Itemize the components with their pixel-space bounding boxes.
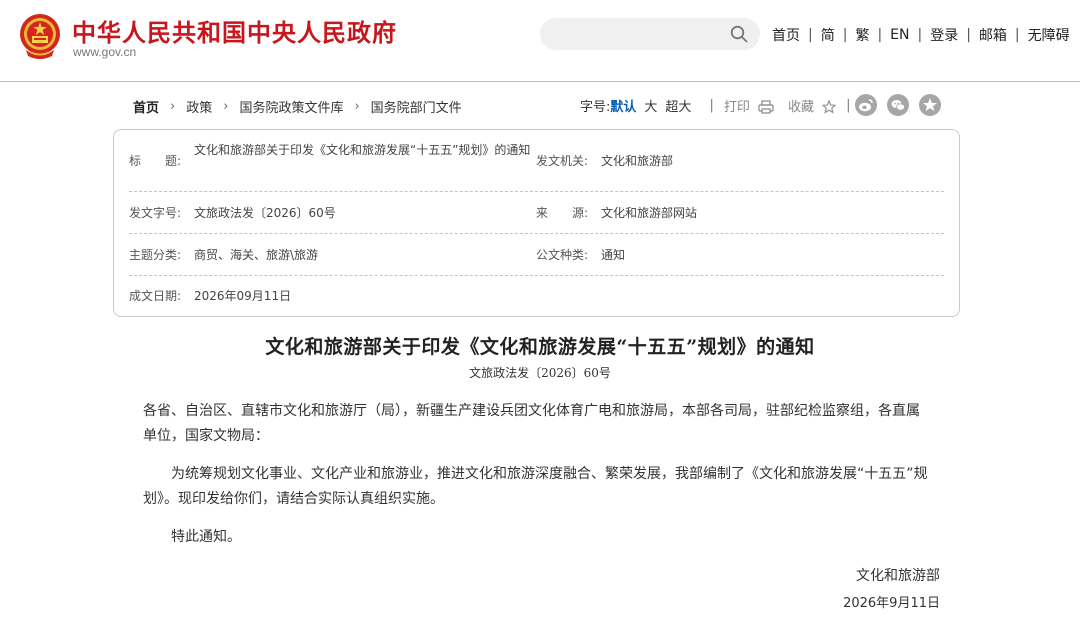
nav-separator: |	[808, 27, 813, 43]
nav-separator: |	[966, 27, 971, 43]
nav-home[interactable]: 首页	[772, 25, 800, 45]
title-value: 文化和旅游部关于印发《文化和旅游发展“十五五”规划》的通知	[194, 143, 531, 157]
sign-date: 2026年9月11日	[843, 596, 940, 611]
star-outline-icon	[822, 100, 837, 114]
nav-separator: |	[1014, 27, 1020, 43]
signer: 文化和旅游部	[856, 568, 940, 584]
issuer-value: 文化和旅游部	[601, 154, 674, 168]
search-icon[interactable]	[730, 25, 748, 43]
topic-label: 主题分类:	[129, 248, 182, 262]
nav-traditional[interactable]: 繁	[855, 25, 869, 45]
docno-label: 发文字号:	[129, 206, 182, 220]
tool-separator: |	[709, 97, 714, 113]
nav-login[interactable]: 登录	[930, 25, 958, 45]
docno-value: 文旅政法发〔2026〕60号	[194, 206, 336, 220]
print-button[interactable]: 打印	[724, 96, 774, 115]
issuer-label: 发文机关:	[536, 154, 589, 168]
favorite-button[interactable]: 收藏	[787, 96, 837, 115]
font-size-default[interactable]: 默认	[610, 96, 636, 115]
chevron-right-icon: ›	[170, 99, 176, 114]
font-size-large[interactable]: 大	[644, 96, 657, 115]
site-header: 中华人民共和国中央人民政府 www.gov.cn 首页 | 简 | 繁 | EN…	[0, 0, 1080, 82]
topic-value: 商贸、海关、旅游\旅游	[194, 248, 319, 262]
type-value: 通知	[601, 248, 626, 262]
document-number: 文旅政法发〔2026〕60号	[469, 366, 611, 380]
nav-accessibility[interactable]: 无障碍	[1028, 25, 1070, 45]
qzone-icon[interactable]	[919, 94, 941, 116]
weibo-icon[interactable]	[855, 94, 877, 116]
print-label: 打印	[723, 99, 750, 115]
type-label: 公文种类:	[536, 248, 589, 262]
search-input[interactable]	[540, 18, 760, 50]
tool-separator: |	[846, 97, 851, 113]
nav-mailbox[interactable]: 邮箱	[979, 25, 1007, 45]
chevron-right-icon: ›	[354, 99, 360, 114]
wechat-icon[interactable]	[887, 94, 909, 116]
breadcrumb: 首页 › 政策 › 国务院政策文件库 › 国务院部门文件	[133, 97, 462, 116]
site-title[interactable]: 中华人民共和国中央人民政府	[72, 13, 397, 48]
chevron-right-icon: ›	[223, 99, 229, 114]
date-label: 成文日期:	[129, 289, 182, 303]
article-paragraph: 为统筹规划文化事业、文化产业和旅游业，推进文化和旅游深度融合、繁荣发展，我部编制…	[143, 466, 928, 507]
nav-separator: |	[917, 27, 923, 43]
document-info-table: 标 题: 文化和旅游部关于印发《文化和旅游发展“十五五”规划》的通知 发文机关:…	[113, 129, 960, 317]
nav-separator: |	[842, 27, 848, 43]
nav-english[interactable]: EN	[890, 27, 909, 43]
title-label: 标 题:	[129, 154, 182, 168]
source-value: 文化和旅游部网站	[601, 206, 698, 220]
top-nav: 首页 | 简 | 繁 | EN | 登录 | 邮箱 | 无障碍	[772, 25, 1070, 45]
favorite-label: 收藏	[787, 99, 814, 115]
nav-simplified[interactable]: 简	[821, 25, 835, 45]
article-title: 文化和旅游部关于印发《文化和旅游发展“十五五”规划》的通知	[265, 336, 815, 358]
breadcrumb-policy-library[interactable]: 国务院政策文件库	[239, 97, 343, 116]
site-url[interactable]: www.gov.cn	[73, 45, 136, 59]
nav-separator: |	[877, 27, 883, 43]
article-paragraph: 特此通知。	[171, 529, 241, 545]
date-value: 2026年09月11日	[194, 289, 292, 303]
breadcrumb-home[interactable]: 首页	[133, 97, 159, 116]
breadcrumb-department-docs[interactable]: 国务院部门文件	[371, 97, 462, 116]
article-tools: 字号: 默认 大 超大 | 打印 收藏 |	[580, 94, 861, 116]
national-emblem-icon[interactable]	[18, 12, 62, 60]
article-paragraph: 各省、自治区、直辖市文化和旅游厅（局），新疆生产建设兵团文化体育广电和旅游局，本…	[143, 403, 920, 444]
font-size-label: 字号:	[580, 99, 611, 115]
source-label: 来 源:	[536, 206, 589, 220]
printer-icon	[758, 100, 774, 114]
font-size-xlarge[interactable]: 超大	[665, 96, 691, 115]
breadcrumb-policy[interactable]: 政策	[186, 97, 212, 116]
